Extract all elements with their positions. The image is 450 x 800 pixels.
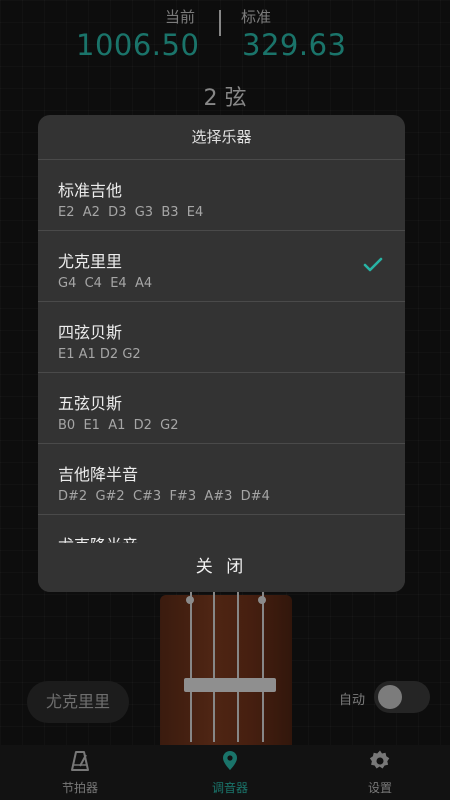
instrument-item-standard-guitar[interactable]: 标准吉他 E2 A2 D3 G3 B3 E4 [38, 159, 405, 230]
dialog-title: 选择乐器 [191, 128, 252, 146]
instrument-item-guitar-half-step-down[interactable]: 吉他降半音 D#2 G#2 C#3 F#3 A#3 D#4 [38, 443, 405, 514]
instrument-list[interactable]: 标准吉他 E2 A2 D3 G3 B3 E4 尤克里里 G4 C4 E4 A4 … [38, 159, 405, 543]
instrument-name: 尤克里里 [58, 252, 123, 271]
instrument-name: 五弦贝斯 [58, 394, 123, 413]
instrument-name: 四弦贝斯 [58, 323, 123, 342]
instrument-notes: E1 A1 D2 G2 [58, 347, 141, 362]
instrument-notes: E2 A2 D3 G3 B3 E4 [58, 205, 204, 220]
instrument-item-ukulele-half-step-down[interactable]: 尤克降半音 [38, 514, 405, 543]
close-button[interactable]: 关 闭 [38, 543, 405, 592]
instrument-item-4-string-bass[interactable]: 四弦贝斯 E1 A1 D2 G2 [38, 301, 405, 372]
instrument-item-ukulele[interactable]: 尤克里里 G4 C4 E4 A4 [38, 230, 405, 301]
instrument-name: 尤克降半音 [58, 532, 138, 543]
instrument-notes: B0 E1 A1 D2 G2 [58, 418, 179, 433]
instrument-notes: D#2 G#2 C#3 F#3 A#3 D#4 [58, 489, 270, 504]
instrument-notes: G4 C4 E4 A4 [58, 276, 153, 291]
instrument-name: 吉他降半音 [58, 465, 139, 484]
instrument-dialog: 选择乐器 标准吉他 E2 A2 D3 G3 B3 E4 尤克里里 G4 C4 E… [38, 115, 405, 592]
instrument-item-5-string-bass[interactable]: 五弦贝斯 B0 E1 A1 D2 G2 [38, 372, 405, 443]
checkmark-icon [363, 257, 383, 272]
instrument-name: 标准吉他 [58, 181, 123, 200]
